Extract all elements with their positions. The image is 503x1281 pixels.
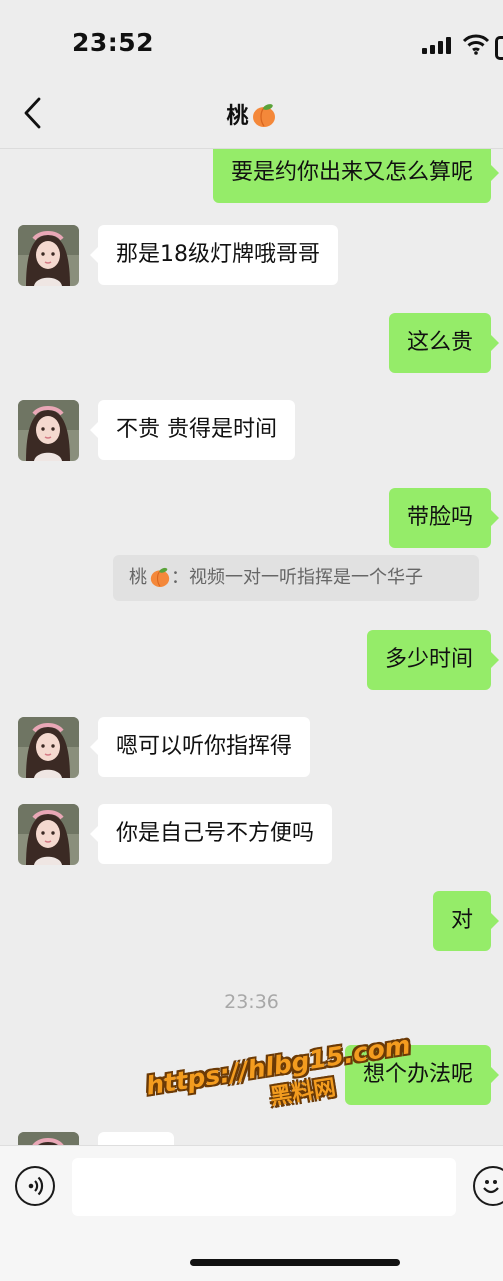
message-bubble-incoming[interactable]: 不贵 贵得是时间 — [90, 400, 295, 460]
message-bubble-incoming[interactable]: 那是18级灯牌哦哥哥 — [90, 225, 338, 285]
message-bubble-outgoing[interactable]: 要是约你出来又怎么算呢 — [212, 149, 500, 203]
message-bubble-incoming[interactable]: 嗯可以听你指挥得 — [89, 717, 311, 777]
battery-icon — [495, 36, 503, 60]
message-bubble-outgoing[interactable]: 这么贵 — [388, 313, 500, 373]
contact-avatar[interactable] — [18, 717, 79, 778]
message-bubble-outgoing[interactable]: 对 — [432, 891, 500, 951]
message-bubble-outgoing[interactable]: 多少时间 — [366, 630, 500, 690]
wifi-icon — [462, 34, 490, 55]
chat-title-text: 桃 — [226, 104, 249, 129]
status-time: 23:52 — [72, 28, 155, 57]
peach-emoji-icon — [149, 567, 171, 587]
message-list[interactable]: 要是约你出来又怎么算呢 那是18级灯牌哦哥哥 这么贵 不贵 贵得是时间 带脸吗 … — [0, 149, 503, 1145]
chat-title: 桃 — [0, 98, 503, 130]
voice-button[interactable] — [15, 1166, 55, 1206]
quoted-message[interactable]: 桃 ：视频一对一听指挥是一个华子 — [113, 555, 479, 601]
home-indicator[interactable] — [190, 1259, 400, 1266]
quote-text: 视频一对一听指挥是一个华子 — [189, 567, 423, 588]
message-bubble-outgoing[interactable]: 带脸吗 — [388, 488, 500, 548]
message-timestamp: 23:36 — [224, 991, 279, 1013]
chat-header: 桃 — [0, 80, 503, 149]
peach-emoji-icon — [251, 103, 277, 127]
message-bubble-incoming[interactable]: 你是自己号不方便吗 — [89, 804, 333, 864]
contact-avatar[interactable] — [18, 1132, 79, 1145]
emoji-button[interactable] — [473, 1166, 503, 1206]
message-bubble-incoming[interactable] — [98, 1132, 174, 1145]
message-input[interactable] — [72, 1158, 456, 1216]
emoji-icon — [483, 1180, 499, 1194]
contact-avatar[interactable] — [18, 225, 79, 286]
cellular-signal-icon — [422, 36, 452, 54]
contact-avatar[interactable] — [18, 804, 79, 865]
status-bar: 23:52 — [0, 0, 503, 80]
contact-avatar[interactable] — [18, 400, 79, 461]
quote-sender: 桃 — [129, 567, 147, 588]
quote-separator: ： — [171, 567, 189, 588]
voice-icon — [28, 1176, 44, 1196]
